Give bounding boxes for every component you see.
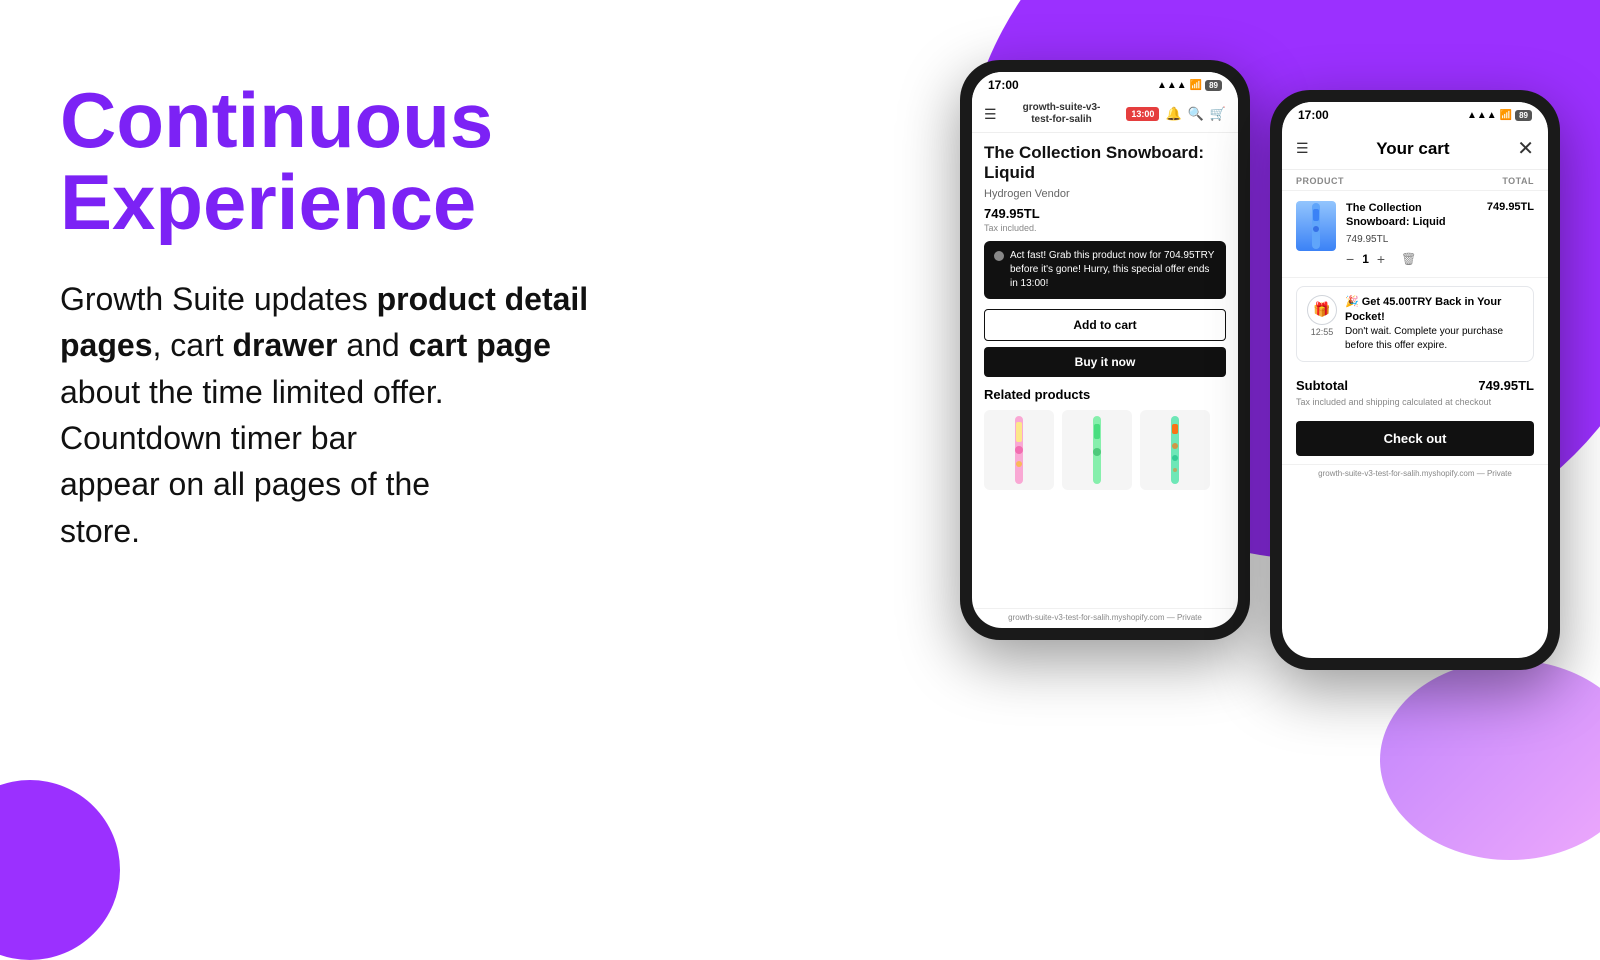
store-name: growth-suite-v3-test-for-salih (1003, 102, 1121, 126)
qty-increase[interactable]: + (1377, 251, 1385, 267)
desc-b3: cart page (409, 327, 551, 363)
hamburger-icon: ☰ (984, 106, 997, 123)
cart-header: ☰ Your cart ✕ (1282, 126, 1548, 170)
cart-item-total: 749.95TL (1487, 201, 1534, 213)
snowboard-img-2 (1062, 410, 1132, 490)
phones-container: 17:00 ▲▲▲ 📶 89 ☰ growth-suite-v3-test-fo… (960, 60, 1560, 670)
urgency-text: Act fast! Grab this product now for 704.… (1010, 249, 1216, 291)
cart-qty-row: − 1 + 🗑 (1346, 251, 1477, 267)
wifi-icon-2: 📶 (1500, 110, 1512, 121)
cashback-title: 🎉 Get 45.00TRY Back in Your Pocket! (1345, 295, 1523, 326)
cart-title: Your cart (1376, 139, 1449, 159)
cashback-body: Don't wait. Complete your purchase befor… (1345, 325, 1523, 353)
desc-p7: store. (60, 513, 140, 549)
urgency-dot (994, 251, 1004, 261)
desc-p5: Countdown timer bar (60, 420, 357, 456)
desc-p2: , cart (152, 327, 223, 363)
related-products-title: Related products (984, 387, 1226, 402)
cashback-icon: 🎁 (1307, 295, 1337, 325)
related-products-grid (984, 410, 1226, 490)
phone1-status-icons: ▲▲▲ 📶 89 (1157, 80, 1222, 91)
desc-b2: drawer (233, 327, 338, 363)
phone1-url: growth-suite-v3-test-for-salih.myshopify… (972, 608, 1238, 628)
col-total: TOTAL (1502, 176, 1534, 186)
col-product: PRODUCT (1296, 176, 1344, 186)
phone-product-screen: 17:00 ▲▲▲ 📶 89 ☰ growth-suite-v3-test-fo… (972, 72, 1238, 628)
phone2-time: 17:00 (1298, 108, 1329, 122)
qty-value: 1 (1362, 252, 1369, 266)
search-icon: 🔍 (1188, 106, 1204, 122)
phone1-status-bar: 17:00 ▲▲▲ 📶 89 (972, 72, 1238, 96)
desc-p4: about the time limited offer. (60, 374, 444, 410)
cashback-timer: 12:55 (1311, 327, 1334, 337)
subtotal-value: 749.95TL (1478, 378, 1534, 393)
phone1-nav: ☰ growth-suite-v3-test-for-salih 13:00 🔔… (972, 96, 1238, 133)
add-to-cart-button[interactable]: Add to cart (984, 309, 1226, 341)
desc-p6: appear on all pages of the (60, 466, 430, 502)
timer-badge: 13:00 (1126, 107, 1159, 121)
cart-item-image (1296, 201, 1336, 251)
close-icon[interactable]: ✕ (1517, 136, 1534, 161)
cart-item-price-sub: 749.95TL (1346, 234, 1477, 245)
product-title: The Collection Snowboard: Liquid (984, 143, 1226, 184)
cart-icon: 🛒 (1210, 106, 1226, 122)
cashback-banner: 🎁 12:55 🎉 Get 45.00TRY Back in Your Pock… (1296, 286, 1534, 363)
cart-item-row: The Collection Snowboard: Liquid 749.95T… (1282, 191, 1548, 278)
desc-p3: and (337, 327, 408, 363)
bg-circle-small (0, 780, 120, 960)
bg-gradient-blob (1380, 660, 1600, 860)
product-price: 749.95TL (984, 206, 1226, 221)
product-thumb-1 (984, 410, 1054, 490)
signal-icon-2: ▲▲▲ (1467, 110, 1497, 121)
snowboard-img-1 (984, 410, 1054, 490)
buy-now-button[interactable]: Buy it now (984, 347, 1226, 377)
desc-p1: Growth Suite updates (60, 281, 368, 317)
phone2-status-icons: ▲▲▲ 📶 89 (1467, 110, 1532, 121)
hamburger-icon-2: ☰ (1296, 140, 1309, 157)
cart-subtotal-row: Subtotal 749.95TL (1282, 370, 1548, 397)
urgency-banner: Act fast! Grab this product now for 704.… (984, 241, 1226, 299)
phone2-url: growth-suite-v3-test-for-salih.myshopify… (1282, 464, 1548, 484)
phone2-status-bar: 17:00 ▲▲▲ 📶 89 (1282, 102, 1548, 126)
title-line1: Continuous (60, 76, 493, 164)
cart-item-name: The Collection Snowboard: Liquid (1346, 201, 1477, 230)
bell-icon: 🔔 (1165, 106, 1181, 122)
checkout-button[interactable]: Check out (1296, 421, 1534, 456)
hero-text-section: Continuous Experience Growth Suite updat… (60, 80, 680, 554)
product-thumb-3 (1140, 410, 1210, 490)
wifi-icon: 📶 (1190, 80, 1202, 91)
hero-title: Continuous Experience (60, 80, 680, 244)
phone-cart: 17:00 ▲▲▲ 📶 89 ☰ Your cart ✕ PRODUCT TOT… (1270, 90, 1560, 670)
qty-decrease[interactable]: − (1346, 251, 1354, 267)
phone1-product-content: The Collection Snowboard: Liquid Hydroge… (972, 133, 1238, 608)
subtotal-label: Subtotal (1296, 378, 1348, 393)
phone-cart-screen: 17:00 ▲▲▲ 📶 89 ☰ Your cart ✕ PRODUCT TOT… (1282, 102, 1548, 658)
cart-table-header: PRODUCT TOTAL (1282, 170, 1548, 191)
phone1-time: 17:00 (988, 78, 1019, 92)
signal-icon: ▲▲▲ (1157, 80, 1187, 91)
phone-product: 17:00 ▲▲▲ 📶 89 ☰ growth-suite-v3-test-fo… (960, 60, 1250, 640)
product-thumb-2 (1062, 410, 1132, 490)
cashback-text: 🎉 Get 45.00TRY Back in Your Pocket! Don'… (1345, 295, 1523, 354)
delete-icon[interactable]: 🗑 (1401, 252, 1416, 266)
cart-tax-note: Tax included and shipping calculated at … (1282, 397, 1548, 415)
battery-indicator: 89 (1205, 80, 1222, 91)
vendor-name: Hydrogen Vendor (984, 188, 1226, 200)
battery-indicator-2: 89 (1515, 110, 1532, 121)
title-line2: Experience (60, 158, 476, 246)
tax-note: Tax included. (984, 223, 1226, 233)
cart-item-details: The Collection Snowboard: Liquid 749.95T… (1346, 201, 1477, 267)
snowboard-img-3 (1140, 410, 1210, 490)
hero-description: Growth Suite updates product detail page… (60, 276, 680, 554)
